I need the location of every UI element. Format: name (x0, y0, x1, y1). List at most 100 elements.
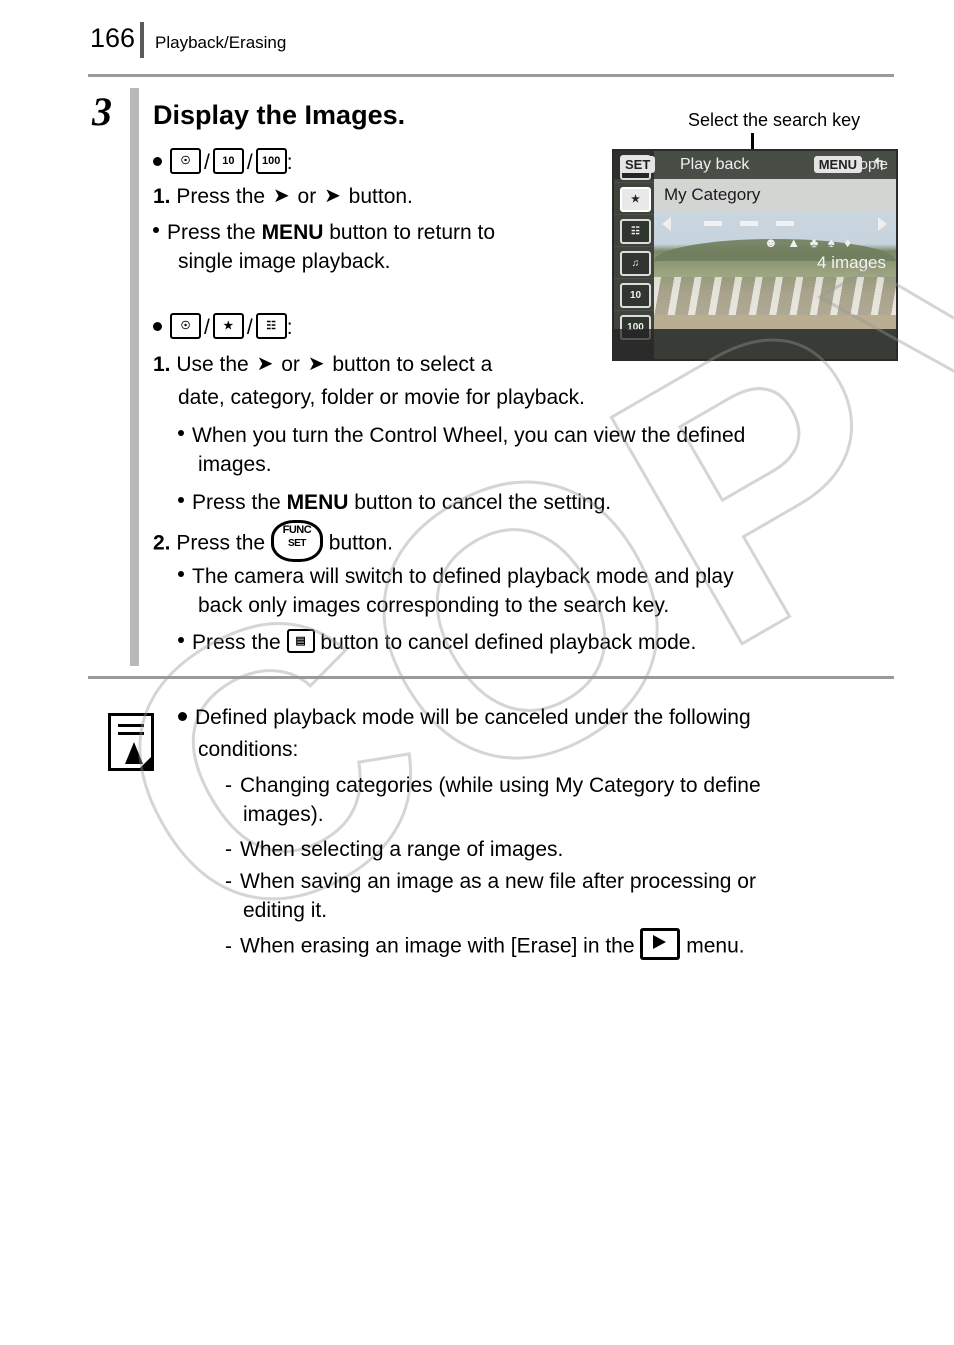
lcd-category-icons: ☻ ▲ ♣ ♠ ♦ (764, 235, 855, 250)
callout-label: Select the search key (688, 110, 861, 130)
lcd-playback-label: Play back (680, 156, 750, 173)
text: or (297, 185, 317, 208)
playback-menu-icon (640, 928, 681, 960)
note-item: - When saving an image as a new file afte… (225, 867, 756, 896)
note-item-cont: images). (243, 803, 324, 826)
group2-step1-cont: date, category, folder or movie for play… (178, 386, 585, 409)
text: The camera will switch to defined playba… (192, 565, 734, 588)
header-divider (140, 22, 144, 58)
group2-sub4: Press the ▤ button to cancel defined pla… (178, 628, 696, 657)
dash-bullet: - (225, 838, 232, 861)
bullet-icon (178, 711, 187, 721)
lcd-tick (704, 221, 722, 226)
text: Use the (176, 353, 249, 376)
list-number: 1. (153, 353, 171, 376)
slash-separator: / (246, 151, 253, 174)
section-title: Playback/Erasing (155, 33, 287, 52)
lcd-search-key-column: ☉ ★ ☷ ♫ 10 100 (614, 151, 654, 359)
menu-keyword: MENU (286, 491, 349, 514)
group1-step1: 1. Press the ➤ or ➤ button. (153, 182, 413, 212)
text: Press the (167, 221, 256, 244)
my-category-icon: ★ (212, 313, 244, 340)
lcd-key-item[interactable]: ♫ (614, 247, 654, 279)
group1-icon-line: ☉/10/100: (153, 148, 293, 177)
note-item: - Changing categories (while using My Cat… (225, 771, 761, 800)
text: When erasing an image with [Erase] in th… (240, 934, 635, 958)
menu-keyword: MENU (261, 221, 324, 244)
folder-icon: ☷ (620, 219, 651, 244)
func-set-button-icon: FUNC SET (270, 520, 323, 562)
note-rule (88, 676, 894, 679)
slash-separator: / (204, 316, 210, 339)
left-arrow-icon: ➤ (272, 184, 290, 207)
folder-icon: ☷ (255, 313, 287, 340)
note-line (118, 724, 144, 727)
text: When saving an image as a new file after… (240, 870, 756, 893)
my-category-icon: ★ (620, 187, 651, 212)
text: button to return to (329, 221, 496, 244)
lcd-key-item-selected[interactable]: ★ (614, 183, 654, 215)
dash-bullet: - (225, 774, 232, 797)
group2-step2: 2. Press the FUNC SET button. (153, 520, 393, 565)
step-title: Display the Images. (153, 100, 406, 130)
jump-date-icon: ☉ (170, 313, 201, 340)
bullet-icon (178, 430, 184, 437)
bullet-icon (178, 571, 184, 578)
text: button to select a (332, 353, 493, 376)
jump-100-icon: 100 (255, 148, 287, 175)
bullet-icon (153, 321, 162, 331)
right-arrow-icon: ➤ (324, 184, 341, 207)
group2-sub2: Press the MENU button to cancel the sett… (178, 488, 611, 517)
movie-icon: ♫ (620, 251, 651, 276)
text: Defined playback mode will be canceled u… (195, 706, 751, 729)
page-header: 166 Playback/Erasing (0, 0, 954, 76)
bullet-icon (178, 497, 184, 504)
lcd-tick (776, 221, 794, 226)
lcd-category-ticks (678, 219, 868, 231)
menu-badge: MENU (813, 156, 862, 173)
slash-separator: / (204, 151, 210, 174)
lcd-tick (740, 221, 758, 226)
step-number: 3 (92, 89, 112, 134)
group2-icon-line: ☉ / ★ / ☷: (153, 313, 293, 342)
text: When selecting a range of images. (240, 838, 564, 861)
text: button to cancel defined playback mode. (320, 631, 697, 654)
text: button. (348, 185, 413, 208)
text: Changing categories (while using My Cate… (240, 774, 761, 797)
right-arrow-icon: ➤ (307, 352, 325, 375)
page-number: 166 (90, 23, 136, 53)
lcd-category-label: My Category (654, 179, 896, 211)
return-arrow-icon: ↰ (871, 155, 886, 174)
slash-separator: / (246, 316, 253, 339)
group1-note1: Press the MENU button to return to (153, 218, 495, 247)
note-line-1: Defined playback mode will be canceled u… (178, 703, 751, 732)
group2-sub3: The camera will switch to defined playba… (178, 562, 734, 591)
bullet-icon (153, 227, 159, 234)
text: Press the (192, 491, 281, 514)
left-arrow-icon: ➤ (256, 352, 274, 375)
bullet-icon (153, 156, 162, 166)
group1-colon: : (286, 151, 293, 174)
lcd-right-arrow-icon[interactable] (878, 217, 887, 231)
lcd-bottom-bar (614, 329, 896, 359)
step-accent-bar (130, 88, 139, 666)
funcset-bottom-label: SET (287, 538, 306, 549)
lcd-key-item[interactable]: ☷ (614, 215, 654, 247)
lcd-key-item[interactable]: 10 (614, 279, 654, 311)
dash-bullet: - (225, 934, 232, 958)
note-line-2: conditions: (198, 738, 299, 761)
lcd-left-arrow-icon[interactable] (662, 217, 671, 231)
text: Press the (176, 531, 266, 555)
group2-colon: : (286, 316, 293, 339)
text: When you turn the Control Wheel, you can… (192, 424, 746, 447)
note-memo-icon (108, 713, 154, 771)
print-share-icon: ▤ (286, 629, 315, 654)
text: button. (328, 531, 393, 555)
jump-10-icon: 10 (212, 148, 244, 175)
list-number: 2. (153, 531, 171, 555)
bullet-icon (178, 637, 184, 644)
group2-step1: 1. Use the ➤ or ➤ button to select a (153, 350, 492, 380)
dash-bullet: - (225, 870, 232, 893)
note-line (118, 732, 144, 735)
note-item-cont: editing it. (243, 899, 328, 922)
